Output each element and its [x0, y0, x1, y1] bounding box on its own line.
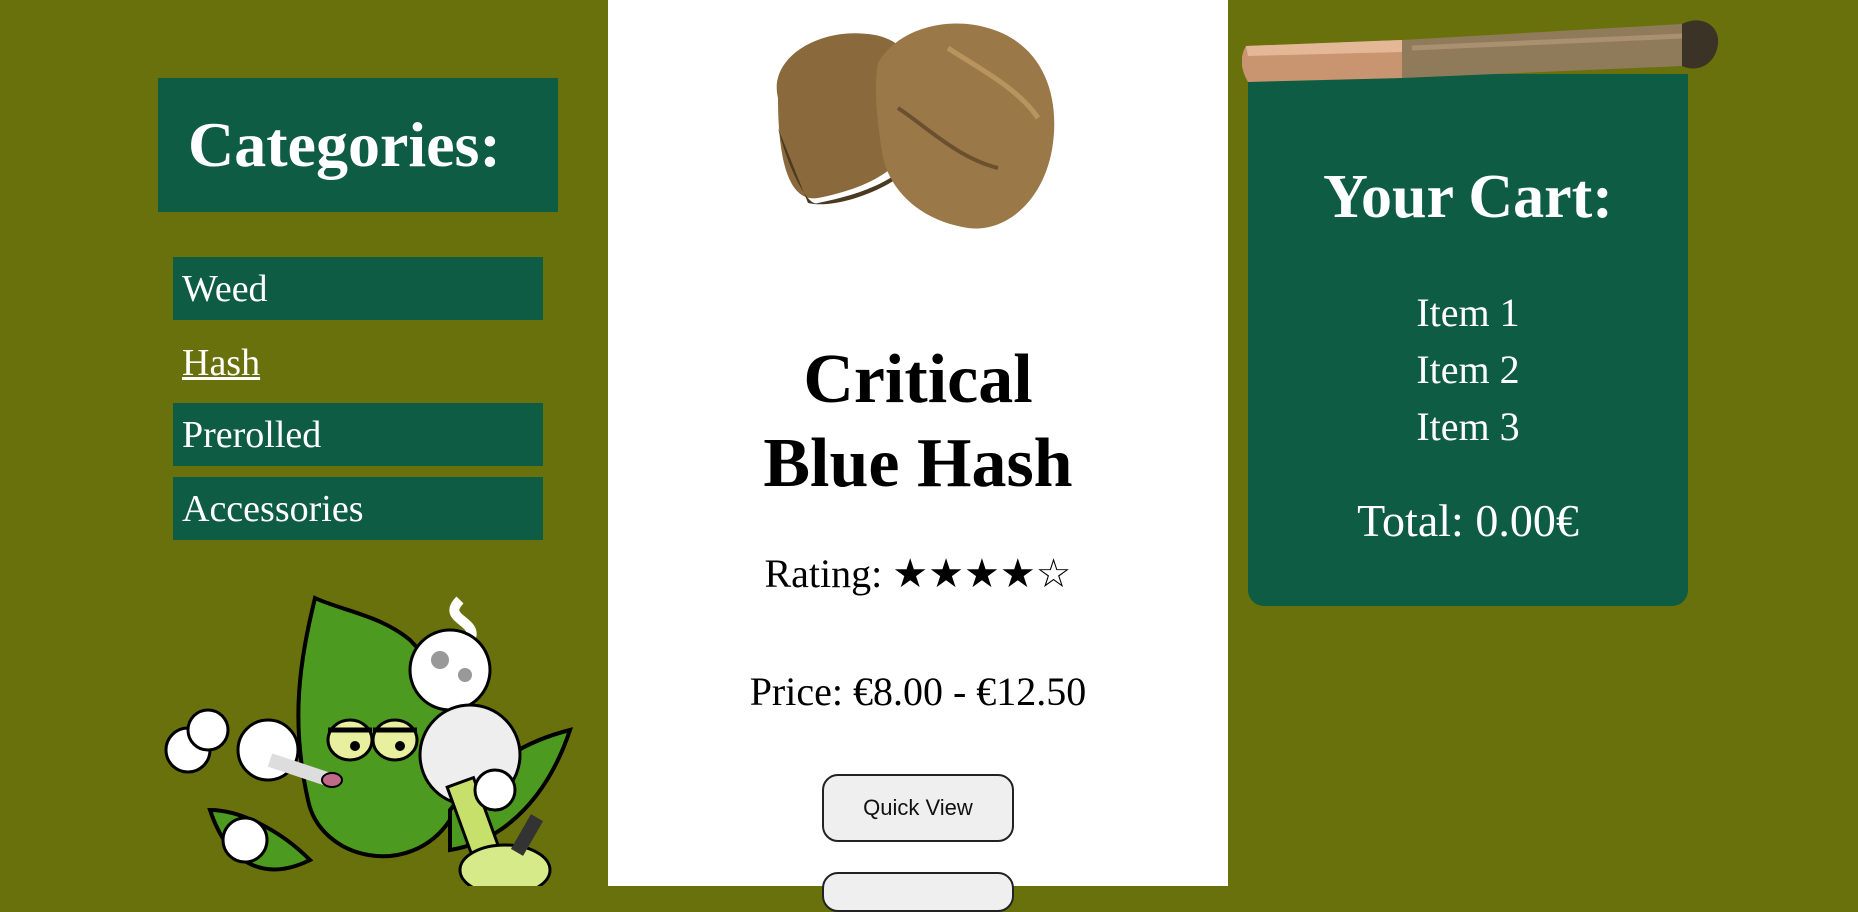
- cart-item: Item 3: [1416, 404, 1520, 449]
- cart-sidebar: Your Cart: Item 1 Item 2 Item 3 Total: 0…: [1228, 0, 1858, 886]
- product-rating: Rating: ★★★★☆: [608, 550, 1228, 597]
- cart-item: Item 2: [1416, 347, 1520, 392]
- cart-total: Total: 0.00€: [1357, 495, 1579, 546]
- product-price: Price: €8.00 - €12.50: [749, 669, 1087, 714]
- category-weed[interactable]: Weed: [173, 257, 543, 320]
- cart-panel: Your Cart: Item 1 Item 2 Item 3 Total: 0…: [1248, 74, 1688, 606]
- product-name-line-1: Critical: [803, 341, 1033, 418]
- category-hash[interactable]: Hash: [173, 331, 543, 394]
- product-card: Critical Blue Hash Rating: ★★★★☆ Price: …: [608, 0, 1228, 912]
- product-name-line-2: Blue Hash: [763, 425, 1073, 502]
- product-image: [776, 23, 1055, 229]
- joint-image: [1242, 20, 1719, 82]
- cart-item: Item 1: [1416, 290, 1520, 335]
- rating-label: Rating:: [764, 551, 883, 596]
- quick-view-button[interactable]: Quick View: [822, 774, 1014, 842]
- category-accessories[interactable]: Accessories: [173, 477, 543, 540]
- secondary-button[interactable]: [822, 872, 1014, 912]
- categories-title: Categories:: [158, 78, 558, 212]
- cannabis-mascot-image: [164, 595, 574, 886]
- cart-title: Your Cart:: [1323, 163, 1613, 231]
- category-prerolled[interactable]: Prerolled: [173, 403, 543, 466]
- cart-items-list: Item 1 Item 2 Item 3: [1248, 284, 1688, 455]
- product-name: Critical Blue Hash: [608, 338, 1228, 506]
- rating-stars: ★★★★☆: [892, 551, 1072, 596]
- categories-sidebar: Categories: Weed Hash Prerolled Accessor…: [0, 0, 608, 886]
